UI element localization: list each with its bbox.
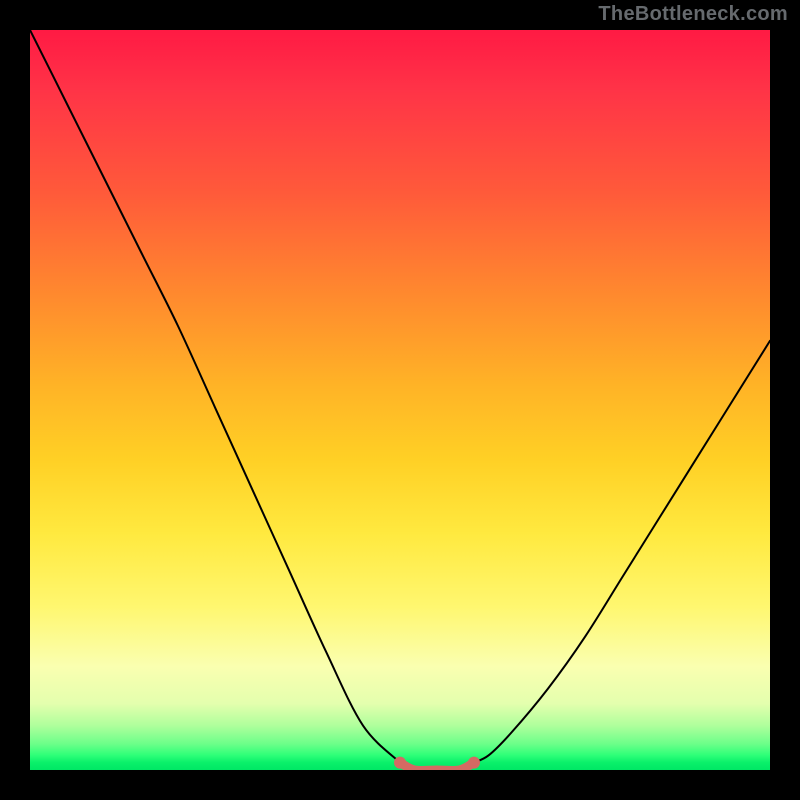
- curve-svg: [30, 30, 770, 770]
- plot-area: [30, 30, 770, 770]
- chart-frame: TheBottleneck.com: [0, 0, 800, 800]
- trough-dot-right: [468, 757, 480, 769]
- trough-dot-left: [394, 757, 406, 769]
- curve-trough-highlight: [400, 763, 474, 770]
- curve-left-branch: [30, 30, 400, 763]
- curve-right-branch: [474, 341, 770, 763]
- watermark-text: TheBottleneck.com: [598, 3, 788, 26]
